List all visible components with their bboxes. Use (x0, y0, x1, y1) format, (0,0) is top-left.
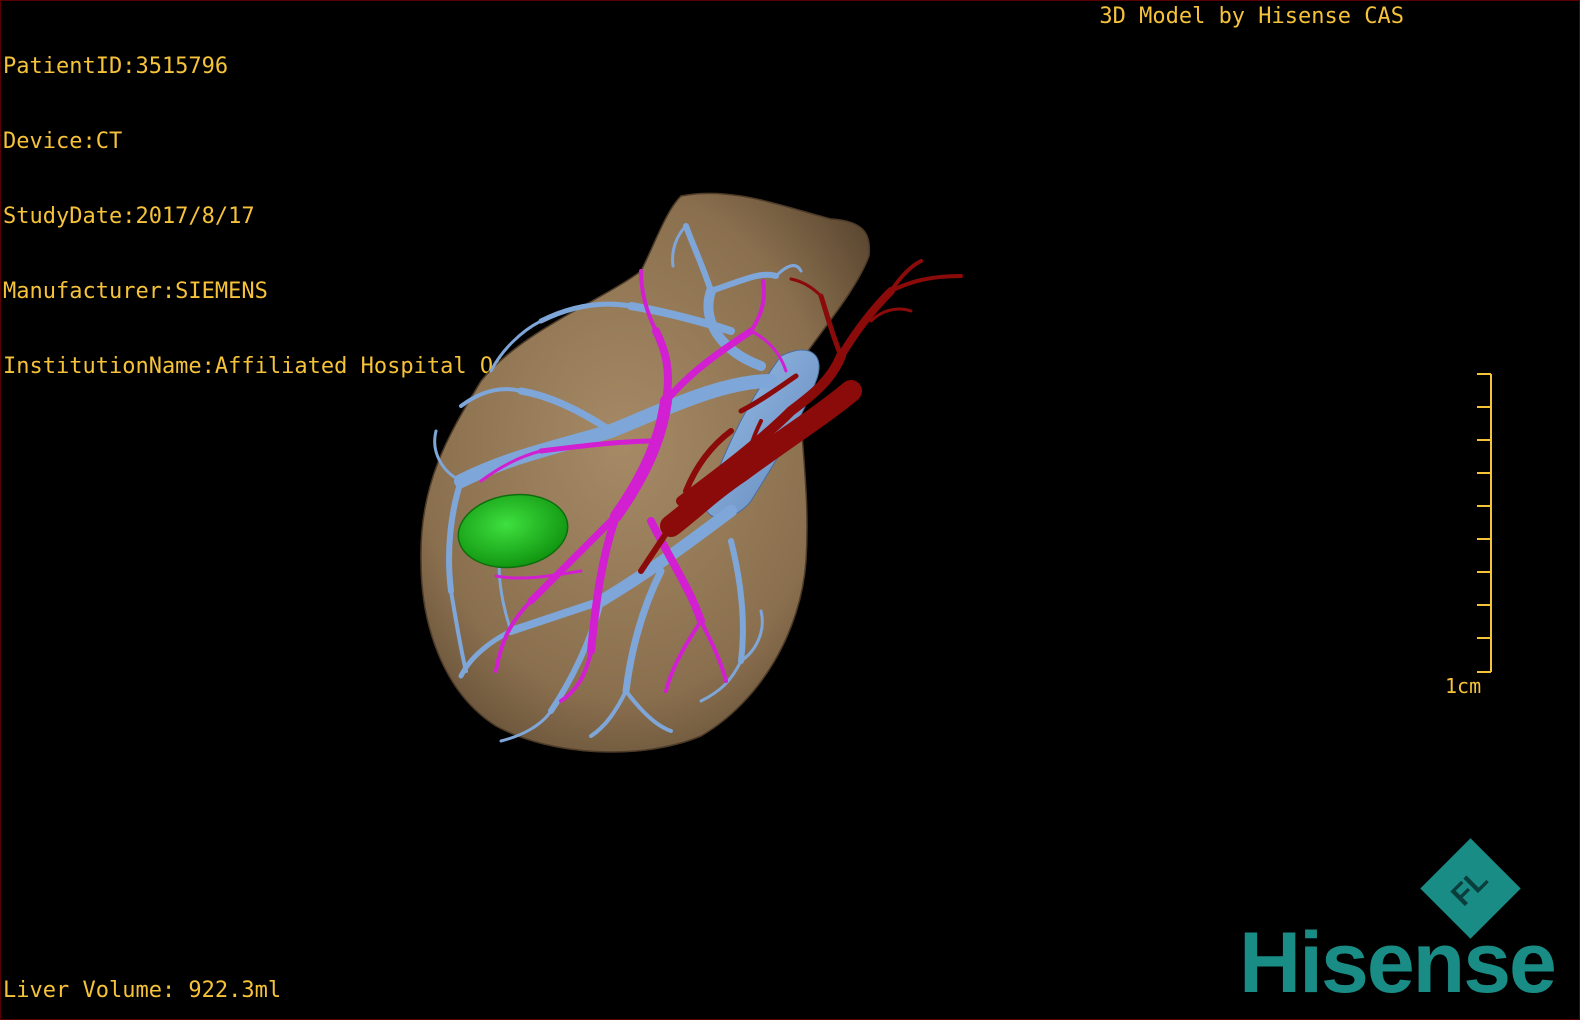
hisense-logo: Hisense (1239, 915, 1557, 1011)
model-credit-text: 3D Model by Hisense CAS (1099, 4, 1404, 29)
scale-label: 1cm (1445, 674, 1482, 698)
3d-viewport[interactable]: PatientID:3515796 Device:CT StudyDate:20… (0, 0, 1580, 1020)
patient-id-text: PatientID:3515796 (3, 54, 229, 79)
device-text: Device:CT (3, 129, 123, 154)
scale-bar (1477, 373, 1492, 673)
liver-3d-model[interactable] (401, 181, 1001, 771)
liver-volume-text: Liver Volume: 922.3ml (3, 978, 282, 1003)
